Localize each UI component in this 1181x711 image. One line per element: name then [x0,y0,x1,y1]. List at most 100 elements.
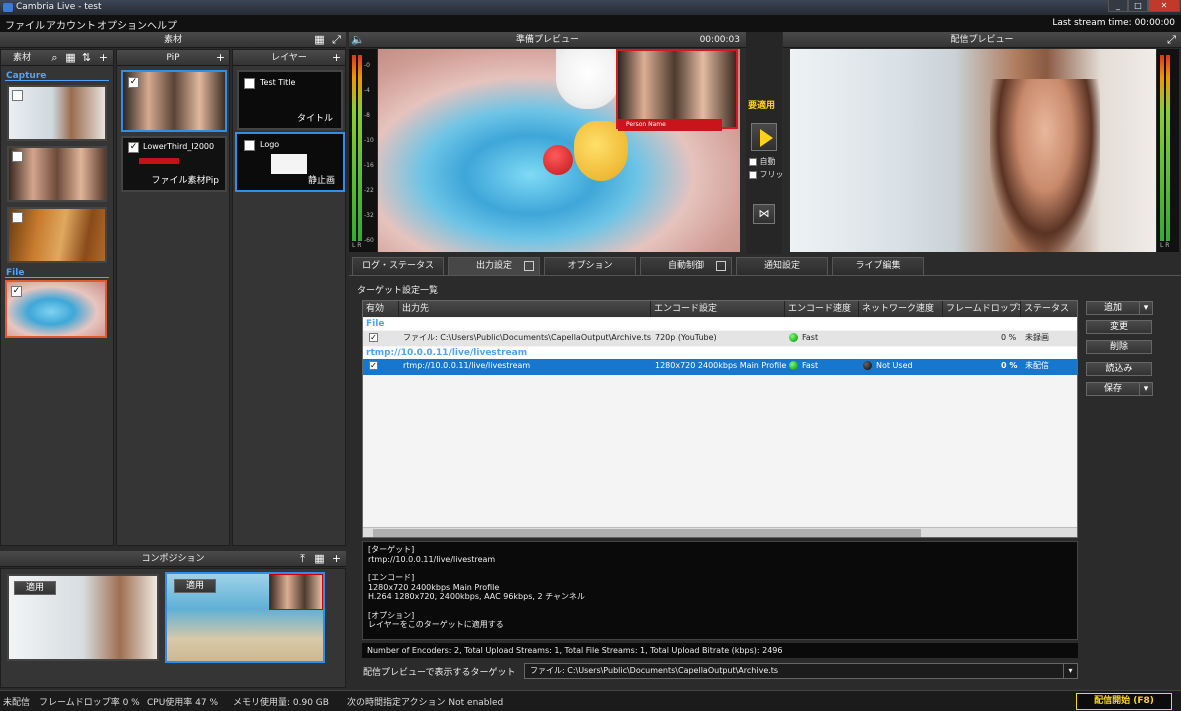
add-composition-icon[interactable]: + [330,552,343,565]
freeze-label: フリッ [759,170,784,179]
layer-thumb-2[interactable]: Logo 静止画 [235,132,345,192]
tab-notifications[interactable]: 通知設定 [736,257,828,275]
pip-thumb-2[interactable]: ✓ LowerThird_I2000 ファイル素材Pip [121,136,227,192]
prep-meter-scale: -0 -4 -8 -10 -16 -22 -32 -60 [364,62,374,244]
load-target-button[interactable]: 読込み [1086,362,1152,376]
audio-icon[interactable]: 🔈 [351,33,365,46]
col-network-speed[interactable]: ネットワーク速度 [859,301,943,317]
details-target-url: rtmp://10.0.0.11/live/livestream [368,554,496,564]
prep-lowerthird: Person Name [618,119,722,131]
auto-label: 自動 [759,157,776,166]
col-status[interactable]: ステータス [1021,301,1077,317]
freeze-option[interactable]: フリッ [749,169,784,180]
tab-output-settings[interactable]: 出力設定 [448,257,540,275]
group-rtmp-label: rtmp://10.0.0.11/live/livestream [366,348,528,358]
minimize-button[interactable]: _ [1108,0,1128,12]
close-button[interactable]: ✕ [1148,0,1180,12]
col-encode-settings[interactable]: エンコード設定 [651,301,785,317]
start-stream-button[interactable]: 配信開始 (F8) [1076,693,1172,710]
delete-target-button[interactable]: 削除 [1086,340,1152,354]
pip-1-checkbox[interactable]: ✓ [128,77,139,88]
layer-1-checkbox[interactable] [244,78,255,89]
program-expand-icon[interactable]: ⤢ [1165,33,1178,46]
col-destination[interactable]: 出力先 [399,301,651,317]
col-frame-drop[interactable]: フレームドロップ率 [943,301,1021,317]
row2-drop: 0 % [1001,361,1018,370]
row2-enabled[interactable]: ✓ [369,359,378,373]
capture-thumb-2[interactable] [7,146,107,202]
add-layer-icon[interactable]: + [330,51,343,64]
grid-icon[interactable]: ▦ [64,51,77,64]
details-options-heading: [オプション] [368,610,415,620]
search-icon[interactable]: ⌕ [48,51,61,64]
prep-meter-lr: L R [352,242,362,249]
change-target-button[interactable]: 変更 [1086,320,1152,334]
capture-thumb-1[interactable] [7,85,107,141]
layer-2-checkbox[interactable] [244,140,255,151]
col-enabled[interactable]: 有効 [363,301,399,317]
prep-audio-meter: -0 -4 -8 -10 -16 -22 -32 -60 L R [349,49,377,252]
auto-option[interactable]: 自動 [749,156,776,167]
row1-destination: ファイル: C:\Users\Public\Documents\CapellaO… [403,333,652,342]
composition-grid-icon[interactable]: ▦ [313,552,326,565]
pip-2-checkbox[interactable]: ✓ [128,142,139,153]
freeze-checkbox[interactable] [749,170,757,179]
composition-thumb-2[interactable]: 適用 [165,572,325,663]
prep-preview-video[interactable]: Person Name [378,49,740,252]
menu-file[interactable]: ファイル [5,17,45,32]
col-encode-speed[interactable]: エンコード速度 [785,301,859,317]
tab-log-status[interactable]: ログ・ステータス [352,257,444,275]
tab-output-popout-icon[interactable] [524,261,534,271]
layer-2-label: Logo [260,140,280,149]
capture-1-checkbox[interactable] [12,90,23,101]
capture-2-checkbox[interactable] [12,151,23,162]
file-thumb-1[interactable]: ✓ [5,280,107,338]
horizontal-scrollbar[interactable] [363,527,1077,537]
chevron-down-icon[interactable]: ▾ [1063,664,1077,678]
menu-options[interactable]: オプション [97,17,147,32]
menu-help[interactable]: ヘルプ [147,17,177,32]
layer-thumb-1[interactable]: Test Title タイトル [237,70,343,130]
materials-header: 素材 ▦ ⤢ [0,32,346,48]
take-button[interactable] [751,123,777,151]
table-row[interactable]: ✓ ファイル: C:\Users\Public\Documents\Capell… [363,331,1077,346]
table-row[interactable]: ✓ rtmp://10.0.0.11/live/livestream 1280x… [363,359,1077,375]
add-material-icon[interactable]: + [97,51,110,64]
save-target-dropdown[interactable]: ▾ [1139,382,1153,396]
tab-options[interactable]: オプション [544,257,636,275]
apply-button-2[interactable]: 適用 [174,579,216,593]
pip-2-label: LowerThird_I2000 [143,142,215,151]
pip-thumb-1[interactable]: ✓ [121,70,227,132]
grid-view-icon[interactable]: ▦ [313,33,326,46]
menu-bar: ファイル アカウント オプション ヘルプ Last stream time: 0… [0,15,1181,32]
expand-icon[interactable]: ⤢ [330,33,343,46]
maximize-button[interactable]: □ [1128,0,1148,12]
add-target-dropdown[interactable]: ▾ [1139,301,1153,315]
apply-button-1[interactable]: 適用 [14,581,56,595]
prep-preview-time: 00:00:03 [699,35,740,45]
preview-target-select[interactable]: ファイル: C:\Users\Public\Documents\CapellaO… [524,663,1078,679]
capture-3-checkbox[interactable] [12,212,23,223]
tab-auto-control[interactable]: 自動制御 [640,257,732,275]
sort-icon[interactable]: ⇅ [80,51,93,64]
tab-auto-popout-icon[interactable] [716,261,726,271]
program-preview-video[interactable] [790,49,1156,252]
transition-swap-button[interactable]: ⋈ [753,204,775,224]
composition-thumb-1[interactable]: 適用 [7,574,159,661]
status-frame-drop: フレームドロップ率 0 % [39,698,140,708]
layers-panel: レイヤー + Test Title タイトル Logo 静止画 [232,49,346,546]
auto-checkbox[interactable] [749,157,757,166]
row1-enabled[interactable]: ✓ [369,331,378,345]
upload-icon[interactable]: ⤒ [296,552,309,565]
menu-account[interactable]: アカウント [46,17,96,32]
capture-thumb-3[interactable] [7,207,107,263]
speed-ok-icon [789,333,798,342]
add-target-button[interactable]: 追加 [1086,301,1140,315]
row2-encode: 1280x720 2400kbps Main Profile [655,361,787,370]
row2-network: Not Used [863,359,913,373]
save-target-button[interactable]: 保存 [1086,382,1140,396]
tab-live-edit[interactable]: ライブ編集 [832,257,924,275]
add-pip-icon[interactable]: + [214,51,227,64]
file-1-checkbox[interactable]: ✓ [11,286,22,297]
scrollbar-thumb[interactable] [373,529,921,537]
